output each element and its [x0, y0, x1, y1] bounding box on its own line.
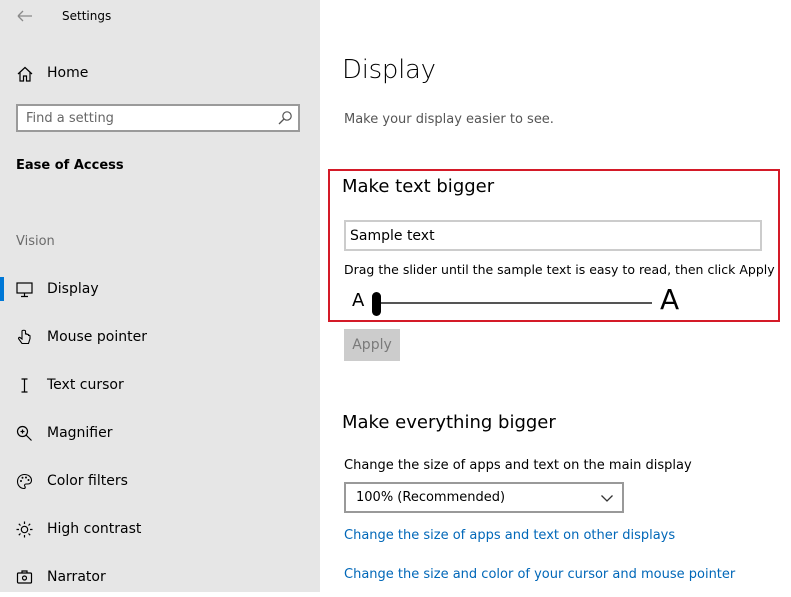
make-text-bigger-heading: Make text bigger: [342, 176, 495, 197]
palette-icon: [16, 473, 33, 490]
page-subtitle: Make your display easier to see.: [344, 112, 554, 127]
slider-max-label: A: [660, 283, 680, 316]
high-contrast-icon: [16, 521, 33, 538]
sidebar-item-home[interactable]: Home: [0, 56, 320, 90]
sidebar-item-mouse-pointer[interactable]: Mouse pointer: [0, 317, 320, 357]
home-icon: [17, 66, 33, 82]
scale-dropdown[interactable]: 100% (Recommended): [344, 482, 624, 513]
sidebar-item-label: Home: [47, 65, 89, 81]
apply-button[interactable]: Apply: [344, 329, 400, 361]
make-everything-bigger-heading: Make everything bigger: [342, 412, 556, 433]
text-size-slider-track[interactable]: [378, 302, 652, 304]
search-input[interactable]: [26, 109, 266, 127]
sidebar-item-label: High contrast: [47, 521, 142, 537]
monitor-icon: [16, 282, 33, 298]
page-title: Display: [342, 55, 436, 85]
main-content: Display Make your display easier to see.…: [320, 0, 791, 592]
slider-instruction: Drag the slider until the sample text is…: [344, 262, 775, 277]
link-cursor-pointer[interactable]: Change the size and color of your cursor…: [344, 567, 735, 582]
search-box[interactable]: [16, 104, 300, 132]
app-title: Settings: [62, 9, 112, 23]
sidebar-item-label: Mouse pointer: [47, 329, 147, 345]
scale-label: Change the size of apps and text on the …: [344, 458, 692, 473]
search-icon[interactable]: [277, 110, 293, 126]
sample-text: Sample text: [350, 228, 435, 244]
sidebar: Settings Home Ease of Access Vision Disp…: [0, 0, 320, 592]
narrator-icon: [16, 570, 33, 584]
sidebar-item-label: Color filters: [47, 473, 128, 489]
magnifier-icon: [16, 425, 32, 441]
section-title: Ease of Access: [16, 158, 124, 173]
sidebar-item-high-contrast[interactable]: High contrast: [0, 509, 320, 549]
text-cursor-icon: [21, 378, 28, 393]
slider-min-label: A: [352, 290, 365, 311]
text-size-slider-thumb[interactable]: [372, 292, 381, 316]
sidebar-item-label: Magnifier: [47, 425, 113, 441]
back-button[interactable]: [14, 6, 36, 26]
group-label-vision: Vision: [16, 234, 55, 249]
sidebar-item-text-cursor[interactable]: Text cursor: [0, 365, 320, 405]
sample-text-preview: Sample text: [344, 220, 762, 251]
title-bar: Settings: [0, 0, 320, 34]
sidebar-item-magnifier[interactable]: Magnifier: [0, 413, 320, 453]
chevron-down-icon: [601, 495, 613, 502]
mouse-pointer-icon: [17, 329, 31, 345]
scale-dropdown-value: 100% (Recommended): [356, 490, 506, 505]
back-arrow-icon: [17, 10, 32, 22]
link-other-displays[interactable]: Change the size of apps and text on othe…: [344, 528, 675, 543]
active-indicator: [0, 277, 4, 301]
sidebar-item-label: Text cursor: [47, 377, 124, 393]
sidebar-item-narrator[interactable]: Narrator: [0, 557, 320, 597]
sidebar-item-color-filters[interactable]: Color filters: [0, 461, 320, 501]
sidebar-item-label: Narrator: [47, 569, 106, 585]
sidebar-item-label: Display: [47, 281, 99, 297]
sidebar-item-display[interactable]: Display: [0, 269, 320, 309]
